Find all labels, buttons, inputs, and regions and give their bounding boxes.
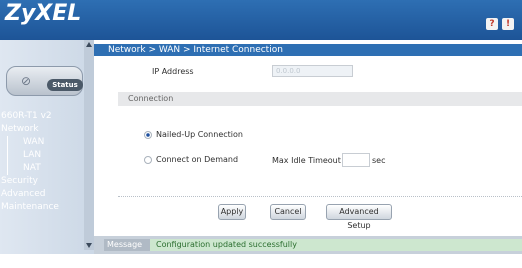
timeout-unit-label: sec — [372, 156, 386, 165]
connect-on-demand-radio[interactable] — [144, 155, 152, 164]
connection-section-title: Connection — [128, 94, 174, 103]
ip-address-field: 0.0.0.0 — [272, 65, 353, 77]
sidebar-item-maintenance[interactable]: Maintenance — [0, 201, 84, 214]
footer-strip — [0, 254, 522, 268]
nailed-up-label: Nailed-Up Connection — [156, 130, 243, 139]
connection-section-header: Connection — [118, 92, 522, 106]
status-icon: ⊘ — [21, 74, 32, 88]
sidebar-item-security[interactable]: Security — [0, 175, 84, 188]
sidebar-scrollbar[interactable] — [84, 40, 94, 250]
cancel-button[interactable]: Cancel — [270, 204, 306, 220]
zyxel-logo: ZyXEL — [5, 1, 82, 26]
connect-on-demand-option[interactable]: Connect on Demand — [144, 155, 238, 164]
app-header: ZyXEL ? ! — [0, 0, 522, 40]
breadcrumb: Network > WAN > Internet Connection — [94, 44, 522, 56]
main-content: IP Address 0.0.0.0 Connection Nailed-Up … — [94, 56, 522, 236]
nailed-up-option[interactable]: Nailed-Up Connection — [144, 130, 243, 139]
divider — [118, 196, 522, 197]
nailed-up-radio[interactable] — [144, 130, 152, 139]
sidebar-item-device[interactable]: 660R-T1 v2 — [0, 110, 84, 123]
sidebar-item-wan[interactable]: WAN — [7, 136, 84, 149]
message-bar: Message Configuration updated successful… — [94, 236, 522, 254]
tools-icon[interactable]: ! — [502, 18, 514, 30]
sidebar-nav: 660R-T1 v2 Network WAN LAN NAT Security … — [0, 110, 84, 214]
sidebar-item-advanced[interactable]: Advanced — [0, 188, 84, 201]
max-idle-timeout-field[interactable] — [342, 153, 370, 167]
message-text: Configuration updated successfully — [150, 239, 522, 251]
status-button[interactable]: ⊘ Status — [6, 66, 83, 96]
scroll-down-icon[interactable] — [86, 243, 92, 248]
connect-on-demand-label: Connect on Demand — [156, 155, 239, 164]
scroll-up-icon[interactable] — [86, 42, 92, 47]
message-label: Message — [104, 239, 153, 251]
help-icon[interactable]: ? — [486, 18, 498, 30]
sidebar-item-lan[interactable]: LAN — [7, 149, 84, 162]
max-idle-timeout-label: Max Idle Timeout — [272, 156, 341, 165]
breadcrumb-text: Network > WAN > Internet Connection — [108, 45, 283, 55]
sidebar-item-network[interactable]: Network — [0, 123, 84, 136]
sidebar-item-nat[interactable]: NAT — [7, 162, 84, 175]
advanced-setup-button[interactable]: Advanced Setup — [326, 204, 392, 230]
status-button-label: Status — [47, 79, 83, 91]
ip-address-label: IP Address — [152, 67, 194, 76]
header-icons: ? ! — [486, 18, 514, 30]
apply-button[interactable]: Apply — [218, 204, 246, 220]
